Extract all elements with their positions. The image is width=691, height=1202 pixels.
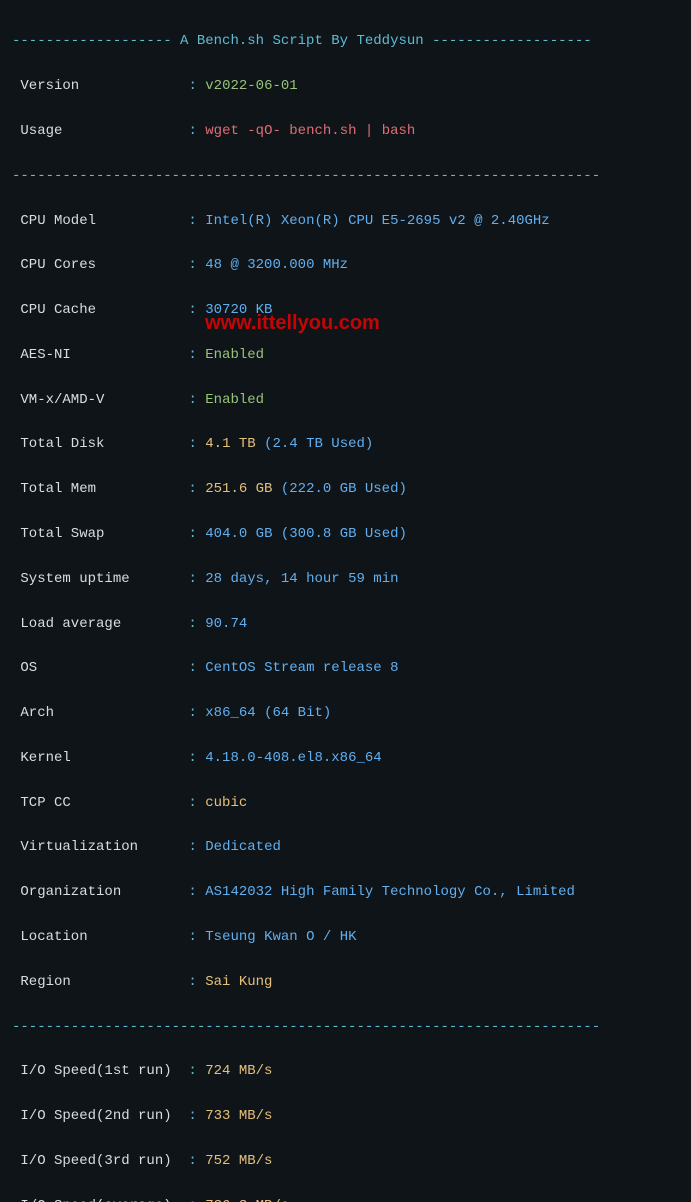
load-value: 90.74 <box>205 616 247 632</box>
os-value: CentOS Stream release 8 <box>205 660 398 676</box>
kernel-row: Kernel : 4.18.0-408.el8.x86_64 <box>12 747 679 769</box>
version-label: Version <box>12 78 79 94</box>
header-line: ------------------- A Bench.sh Script By… <box>12 30 679 52</box>
cpu-cache-value: 30720 KB <box>205 302 272 318</box>
mem-used: (222.0 GB Used) <box>272 481 406 497</box>
mem-value: 251.6 GB <box>205 481 272 497</box>
cpu-cache-row: CPU Cache : 30720 KB <box>12 299 679 321</box>
io-1-value: 724 MB/s <box>205 1063 272 1079</box>
swap-row: Total Swap : 404.0 GB (300.8 GB Used) <box>12 523 679 545</box>
cpu-cores-row: CPU Cores : 48 @ 3200.000 MHz <box>12 254 679 276</box>
tcpcc-value: cubic <box>205 795 247 811</box>
io-2-row: I/O Speed(2nd run) : 733 MB/s <box>12 1105 679 1127</box>
kernel-value: 4.18.0-408.el8.x86_64 <box>205 750 381 766</box>
disk-value: 4.1 TB <box>205 436 255 452</box>
divider: ----------------------------------------… <box>12 1016 679 1038</box>
virt-row: Virtualization : Dedicated <box>12 836 679 858</box>
usage-row: Usage : wget -qO- bench.sh | bash <box>12 120 679 142</box>
io-avg-value: 736.3 MB/s <box>205 1198 289 1202</box>
loc-row: Location : Tseung Kwan O / HK <box>12 926 679 948</box>
uptime-row: System uptime : 28 days, 14 hour 59 min <box>12 568 679 590</box>
aesni-value: Enabled <box>205 347 264 363</box>
disk-used: (2.4 TB Used) <box>256 436 374 452</box>
usage-value: wget -qO- bench.sh | bash <box>205 123 415 139</box>
terminal-output: ------------------- A Bench.sh Script By… <box>0 0 691 1202</box>
cpu-model-value: Intel(R) Xeon(R) CPU E5-2695 v2 @ 2.40GH… <box>205 213 549 229</box>
vmx-row: VM-x/AMD-V : Enabled <box>12 389 679 411</box>
io-2-value: 733 MB/s <box>205 1108 272 1124</box>
org-row: Organization : AS142032 High Family Tech… <box>12 881 679 903</box>
mem-row: Total Mem : 251.6 GB (222.0 GB Used) <box>12 478 679 500</box>
region-row: Region : Sai Kung <box>12 971 679 993</box>
script-title: A Bench.sh Script By Teddysun <box>180 33 424 49</box>
loc-value: Tseung Kwan O / HK <box>205 929 356 945</box>
swap-value: 404.0 GB (300.8 GB Used) <box>205 526 407 542</box>
io-3-row: I/O Speed(3rd run) : 752 MB/s <box>12 1150 679 1172</box>
usage-label: Usage <box>12 123 62 139</box>
io-avg-row: I/O Speed(average) : 736.3 MB/s <box>12 1195 679 1202</box>
io-1-row: I/O Speed(1st run) : 724 MB/s <box>12 1060 679 1082</box>
os-row: OS : CentOS Stream release 8 <box>12 657 679 679</box>
aesni-row: AES-NI : Enabled <box>12 344 679 366</box>
org-value: AS142032 High Family Technology Co., Lim… <box>205 884 575 900</box>
cpu-model-row: CPU Model : Intel(R) Xeon(R) CPU E5-2695… <box>12 210 679 232</box>
vmx-value: Enabled <box>205 392 264 408</box>
uptime-value: 28 days, 14 hour 59 min <box>205 571 398 587</box>
disk-row: Total Disk : 4.1 TB (2.4 TB Used) <box>12 433 679 455</box>
divider: ----------------------------------------… <box>12 165 679 187</box>
arch-row: Arch : x86_64 (64 Bit) <box>12 702 679 724</box>
load-row: Load average : 90.74 <box>12 613 679 635</box>
arch-value: x86_64 (64 Bit) <box>205 705 331 721</box>
region-value: Sai Kung <box>205 974 272 990</box>
tcpcc-row: TCP CC : cubic <box>12 792 679 814</box>
io-3-value: 752 MB/s <box>205 1153 272 1169</box>
version-row: Version : v2022-06-01 <box>12 75 679 97</box>
virt-value: Dedicated <box>205 839 281 855</box>
cpu-cores-value: 48 @ 3200.000 MHz <box>205 257 348 273</box>
version-value: v2022-06-01 <box>205 78 297 94</box>
